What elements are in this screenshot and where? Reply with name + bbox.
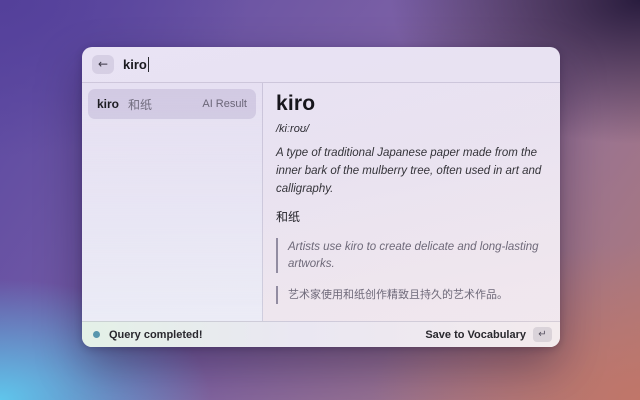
definition-panel: kiro /kiːroʊ/ A type of traditional Japa… — [263, 83, 560, 321]
save-to-vocabulary-button[interactable]: Save to Vocabulary ↵ — [425, 327, 552, 342]
result-word: kiro — [97, 97, 119, 111]
result-translation: 和纸 — [128, 96, 152, 113]
example-chinese-text: 艺术家使用和纸创作精致且持久的艺术作品。 — [288, 287, 546, 304]
entry-title: kiro — [276, 92, 546, 116]
entry-definition: A type of traditional Japanese paper mad… — [276, 145, 546, 198]
status-bar: Query completed! Save to Vocabulary ↵ — [82, 321, 560, 347]
dictionary-window: ← kiro kiro 和纸 AI Result kiro /kiːroʊ/ A… — [82, 47, 560, 347]
result-list-item[interactable]: kiro 和纸 AI Result — [88, 89, 256, 119]
example-english-text: Artists use kiro to create delicate and … — [288, 239, 546, 271]
example-quote-english: Artists use kiro to create delicate and … — [276, 238, 546, 272]
back-button[interactable]: ← — [92, 55, 114, 74]
desktop-background: ← kiro kiro 和纸 AI Result kiro /kiːroʊ/ A… — [0, 0, 640, 400]
search-bar: ← kiro — [82, 47, 560, 83]
status-dot — [93, 331, 100, 338]
save-to-vocabulary-label: Save to Vocabulary — [425, 329, 526, 341]
entry-phonetic: /kiːroʊ/ — [276, 123, 546, 135]
enter-key-icon: ↵ — [533, 327, 552, 342]
results-sidebar: kiro 和纸 AI Result — [82, 83, 263, 321]
back-arrow-icon: ← — [98, 55, 108, 74]
text-caret — [148, 57, 149, 72]
status-text: Query completed! — [109, 329, 203, 341]
search-input[interactable]: kiro — [123, 57, 149, 72]
search-query-text: kiro — [123, 57, 147, 72]
entry-translation: 和纸 — [276, 208, 546, 225]
example-quote-chinese: 艺术家使用和纸创作精致且持久的艺术作品。 — [276, 286, 546, 305]
ai-result-badge: AI Result — [202, 98, 247, 110]
